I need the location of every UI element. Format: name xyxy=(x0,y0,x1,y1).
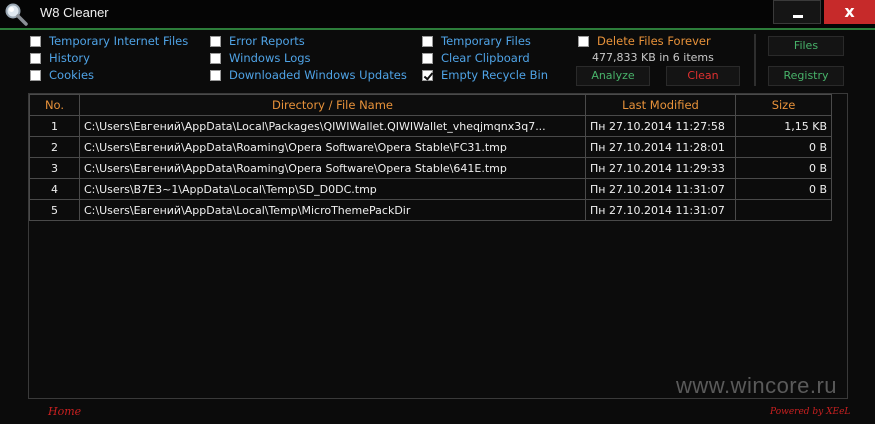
column-header-modified[interactable]: Last Modified xyxy=(585,94,736,116)
column-header-no[interactable]: No. xyxy=(29,94,80,116)
table-row[interactable]: 4 C:\Users\B7E3~1\AppData\Local\Temp\SD_… xyxy=(29,178,832,200)
cell-path: C:\Users\Евгений\AppData\Roaming\Opera S… xyxy=(79,157,586,179)
cell-no: 2 xyxy=(29,136,80,158)
option-delete-files-forever[interactable]: Delete Files Forever xyxy=(578,33,711,49)
table-header-row: No. Directory / File Name Last Modified … xyxy=(29,94,832,116)
option-clear-clipboard[interactable]: Clear Clipboard xyxy=(422,50,530,66)
checkbox[interactable] xyxy=(30,69,41,81)
table-row[interactable]: 3 C:\Users\Евгений\AppData\Roaming\Opera… xyxy=(29,157,832,179)
checkbox-checked[interactable] xyxy=(422,69,433,81)
cell-no: 5 xyxy=(29,199,80,221)
checkbox[interactable] xyxy=(210,35,221,47)
option-label: History xyxy=(49,51,90,65)
window-title: W8 Cleaner xyxy=(40,5,109,20)
title-bar: W8 Cleaner x xyxy=(0,0,875,28)
table-row[interactable]: 2 C:\Users\Евгений\AppData\Roaming\Opera… xyxy=(29,136,832,158)
checkbox[interactable] xyxy=(210,52,221,64)
option-empty-recycle-bin[interactable]: Empty Recycle Bin xyxy=(422,67,548,83)
option-label: Error Reports xyxy=(229,34,305,48)
option-label: Empty Recycle Bin xyxy=(441,68,549,82)
watermark: www.wincore.ru xyxy=(676,373,838,398)
magnifier-icon xyxy=(5,3,28,26)
option-history[interactable]: History xyxy=(30,50,90,66)
cell-modified: Пн 27.10.2014 11:31:07 xyxy=(585,199,736,221)
option-label: Temporary Internet Files xyxy=(49,34,189,48)
option-label: Clear Clipboard xyxy=(441,51,530,65)
checkbox[interactable] xyxy=(422,52,433,64)
cell-modified: Пн 27.10.2014 11:27:58 xyxy=(585,115,736,137)
cell-size: 1,15 KB xyxy=(735,115,832,137)
option-downloaded-windows-updates[interactable]: Downloaded Windows Updates xyxy=(210,67,407,83)
cell-size: 0 B xyxy=(735,178,832,200)
option-cookies[interactable]: Cookies xyxy=(30,67,94,83)
divider xyxy=(754,34,756,86)
cell-modified: Пн 27.10.2014 11:28:01 xyxy=(585,136,736,158)
option-label: Downloaded Windows Updates xyxy=(229,68,407,82)
registry-button[interactable]: Registry xyxy=(768,66,844,86)
option-error-reports[interactable]: Error Reports xyxy=(210,33,305,49)
option-label: Cookies xyxy=(49,68,95,82)
option-temporary-internet-files[interactable]: Temporary Internet Files xyxy=(30,33,188,49)
cell-no: 3 xyxy=(29,157,80,179)
cell-no: 4 xyxy=(29,178,80,200)
minimize-icon xyxy=(793,15,803,18)
column-header-size[interactable]: Size xyxy=(735,94,832,116)
close-button[interactable]: x xyxy=(824,0,875,24)
option-label: Delete Files Forever xyxy=(597,34,711,48)
option-windows-logs[interactable]: Windows Logs xyxy=(210,50,311,66)
home-link[interactable]: Home xyxy=(48,405,81,418)
cell-path: C:\Users\Евгений\AppData\Roaming\Opera S… xyxy=(79,136,586,158)
table-row[interactable]: 1 C:\Users\Евгений\AppData\Local\Package… xyxy=(29,115,832,137)
checkbox[interactable] xyxy=(30,35,41,47)
cell-size: 0 B xyxy=(735,136,832,158)
cell-no: 1 xyxy=(29,115,80,137)
powered-by-label: Powered by XEeL xyxy=(770,407,851,417)
column-header-path[interactable]: Directory / File Name xyxy=(79,94,586,116)
title-accent-line xyxy=(0,28,875,30)
results-table: No. Directory / File Name Last Modified … xyxy=(29,94,832,221)
table-row[interactable]: 5 C:\Users\Евгений\AppData\Local\Temp\Mi… xyxy=(29,199,832,221)
checkbox[interactable] xyxy=(210,69,221,81)
files-button[interactable]: Files xyxy=(768,36,844,56)
option-temporary-files[interactable]: Temporary Files xyxy=(422,33,531,49)
analyze-button[interactable]: Analyze xyxy=(576,66,650,86)
scan-summary: 477,833 KB in 6 items xyxy=(592,51,714,64)
cell-modified: Пн 27.10.2014 11:31:07 xyxy=(585,178,736,200)
checkbox[interactable] xyxy=(30,52,41,64)
option-label: Windows Logs xyxy=(229,51,311,65)
clean-button[interactable]: Clean xyxy=(666,66,740,86)
cell-size: 0 B xyxy=(735,157,832,179)
minimize-button[interactable] xyxy=(773,0,821,24)
cell-path: C:\Users\Евгений\AppData\Local\Packages\… xyxy=(79,115,586,137)
results-panel: No. Directory / File Name Last Modified … xyxy=(28,93,848,399)
checkbox[interactable] xyxy=(422,35,433,47)
option-label: Temporary Files xyxy=(441,34,531,48)
checkbox[interactable] xyxy=(578,35,589,47)
cell-size xyxy=(735,199,832,221)
cell-path: C:\Users\Евгений\AppData\Local\Temp\Micr… xyxy=(79,199,586,221)
cell-modified: Пн 27.10.2014 11:29:33 xyxy=(585,157,736,179)
cell-path: C:\Users\B7E3~1\AppData\Local\Temp\SD_D0… xyxy=(79,178,586,200)
